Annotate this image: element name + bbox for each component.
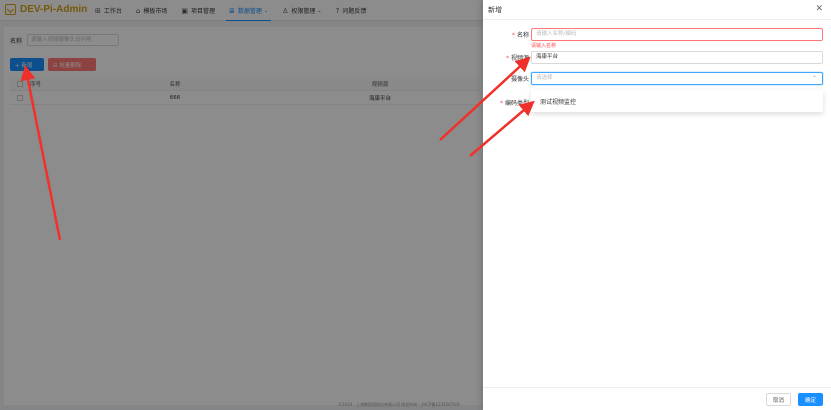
- camera-label: 摄像头: [510, 76, 529, 83]
- confirm-button[interactable]: 确定: [798, 393, 823, 406]
- add-drawer: 新增 ✕ * 名称 请输入名称/编码 请输入名称 * 视频源 海康平台 摄像头 请选…: [483, 0, 831, 410]
- dropdown-option[interactable]: 测试视频监控: [540, 97, 576, 106]
- video-source-select[interactable]: 海康平台: [531, 51, 823, 64]
- drawer-header: 新增 ✕: [483, 0, 831, 20]
- chevron-up-icon: ⌃: [811, 75, 817, 82]
- cancel-button[interactable]: 取消: [766, 393, 791, 406]
- name-input[interactable]: 请输入名称/编码: [531, 28, 823, 41]
- camera-dropdown: 测试视频监控: [531, 90, 823, 112]
- camera-select[interactable]: 请选择 ⌃: [531, 72, 823, 85]
- drawer-footer: 取消 确定: [483, 387, 831, 410]
- encoding-type-label: * 编码类型: [499, 100, 529, 107]
- video-source-label: * 视频源: [505, 55, 529, 62]
- name-error: 请输入名称: [531, 43, 557, 49]
- close-icon[interactable]: ✕: [815, 4, 823, 14]
- drawer-title: 新增: [488, 6, 502, 14]
- name-label: * 名称: [511, 32, 529, 39]
